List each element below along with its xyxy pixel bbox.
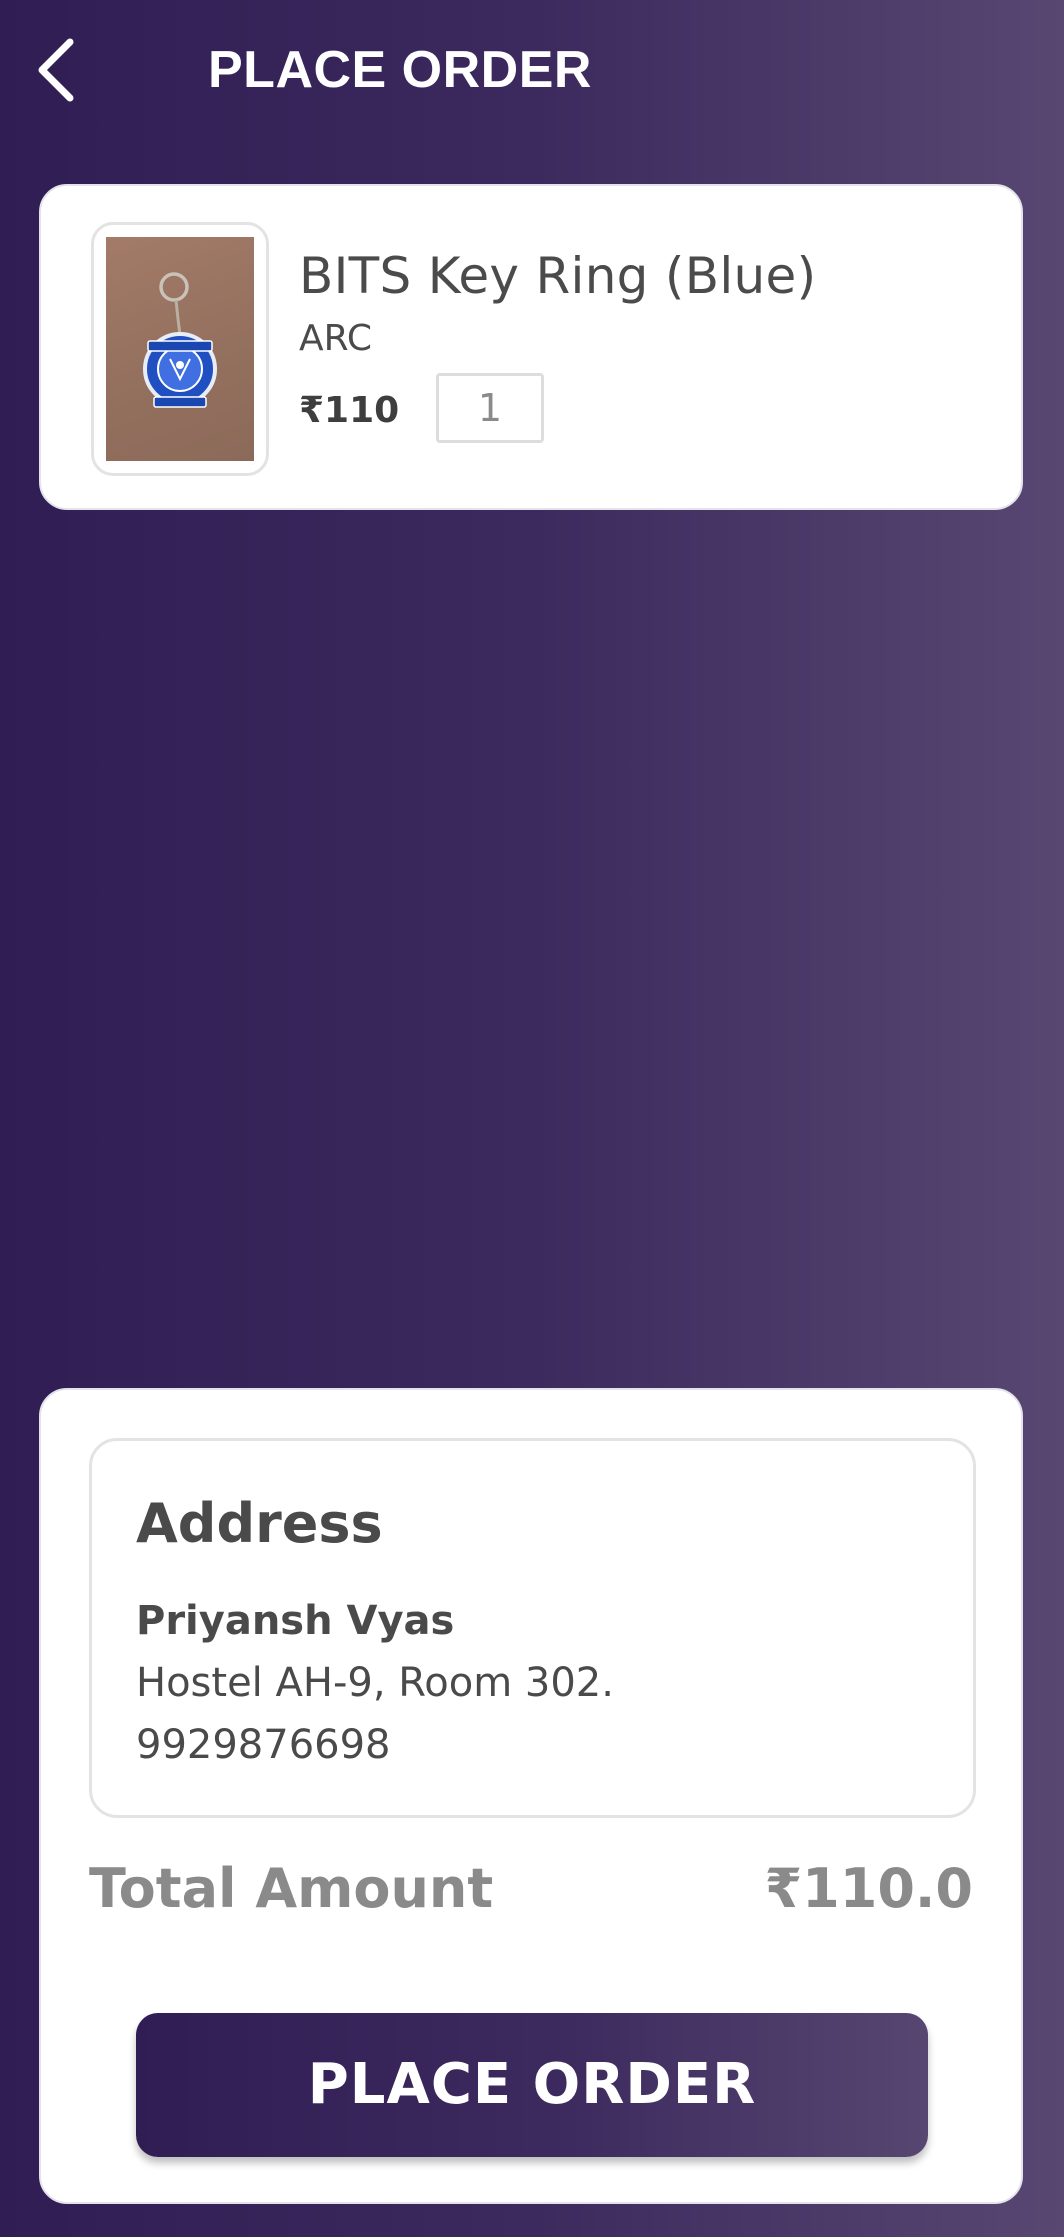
product-image[interactable] [91, 222, 269, 476]
product-price: ₹110 [299, 390, 400, 431]
product-name: BITS Key Ring (Blue) [299, 247, 817, 305]
total-label: Total Amount [89, 1857, 494, 1920]
address-name: Priyansh Vyas [136, 1598, 455, 1644]
app-header: PLACE ORDER [0, 0, 1064, 150]
address-phone: 9929876698 [136, 1722, 391, 1768]
product-card[interactable]: BITS Key Ring (Blue) ARC ₹110 1 [39, 184, 1023, 510]
address-box[interactable]: Address Priyansh Vyas Hostel AH-9, Room … [89, 1438, 976, 1818]
total-value: ₹110.0 [764, 1857, 973, 1920]
place-order-button[interactable]: PLACE ORDER [136, 2013, 928, 2157]
quantity-field[interactable]: 1 [436, 373, 544, 443]
page-title: PLACE ORDER [208, 41, 592, 99]
back-button[interactable] [30, 34, 90, 106]
checkout-card: Address Priyansh Vyas Hostel AH-9, Room … [39, 1388, 1023, 2204]
chevron-left-icon [38, 38, 74, 102]
address-line: Hostel AH-9, Room 302. [136, 1660, 614, 1706]
keyring-photo [106, 237, 254, 461]
keyring-icon [143, 272, 217, 408]
address-heading: Address [136, 1492, 383, 1555]
product-seller: ARC [299, 318, 372, 359]
